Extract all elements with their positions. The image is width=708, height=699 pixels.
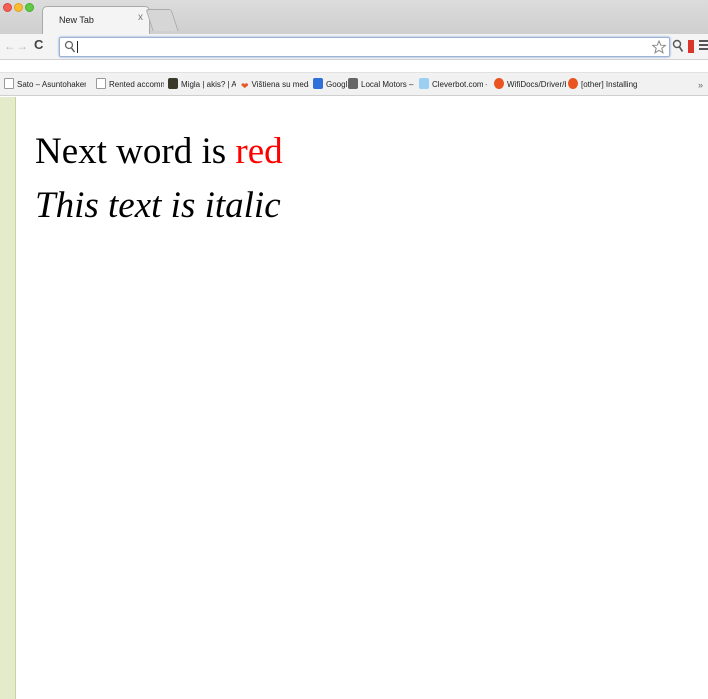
google-icon <box>313 78 323 89</box>
bookmark-item[interactable]: Google <box>313 78 347 92</box>
bookmark-item[interactable]: [other] Installing firm <box>568 78 640 92</box>
extension-bookmark-icon[interactable] <box>688 40 694 53</box>
heart-icon: ❤ <box>241 81 249 91</box>
line-prefix-text: Next word is <box>35 131 236 172</box>
bookmark-item[interactable]: ❤Vištiena su medaus <box>241 78 309 92</box>
bookmark-item[interactable]: Migla | akis? | AšVyr <box>168 78 236 92</box>
window-close-button[interactable] <box>3 3 12 12</box>
side-panel <box>0 97 16 699</box>
bookmark-item[interactable]: Rented accommodat <box>96 78 164 92</box>
tab-title: New Tab <box>59 15 94 25</box>
page-icon <box>4 78 14 89</box>
new-tab-button[interactable] <box>145 9 179 31</box>
menu-icon[interactable] <box>699 40 708 52</box>
text-line-red: Next word is red <box>35 131 283 173</box>
tab-strip: New Tab x <box>0 0 708 34</box>
bookmark-star-icon[interactable] <box>652 40 666 54</box>
back-button[interactable]: ← <box>4 39 16 53</box>
red-word: red <box>235 131 283 172</box>
cleverbot-icon <box>419 78 429 89</box>
bookmark-item[interactable]: WifiDocs/Driver/bcn <box>494 78 566 92</box>
italic-text-line: This text is italic <box>35 185 281 226</box>
bookmarks-bar: Sato – Asuntohakem Rented accommodat Mig… <box>0 72 708 96</box>
search-extension-icon[interactable] <box>672 39 684 53</box>
page-icon <box>96 78 106 89</box>
window-minimize-button[interactable] <box>14 3 23 12</box>
tab-new-tab[interactable]: New Tab x <box>42 6 150 34</box>
tab-close-icon[interactable]: x <box>138 13 143 23</box>
site-icon <box>168 78 178 89</box>
reload-button[interactable]: C <box>34 38 43 52</box>
bookmarks-overflow-button[interactable]: » <box>698 78 703 92</box>
ubuntu-icon <box>494 78 504 89</box>
site-icon <box>348 78 358 89</box>
window-zoom-button[interactable] <box>25 3 34 12</box>
address-bar[interactable] <box>59 37 670 57</box>
ubuntu-icon <box>568 78 578 89</box>
search-icon <box>64 40 76 53</box>
bookmark-item[interactable]: Sato – Asuntohakem <box>4 78 86 92</box>
bookmark-item[interactable]: Local Motors – Emp <box>348 78 416 92</box>
text-cursor <box>77 41 78 53</box>
browser-toolbar: ← → C <box>0 34 708 60</box>
forward-button[interactable]: → <box>16 39 28 53</box>
bookmark-item[interactable]: Cleverbot.com – a c <box>419 78 487 92</box>
page-content: Next word is red This text is italic <box>16 97 708 699</box>
